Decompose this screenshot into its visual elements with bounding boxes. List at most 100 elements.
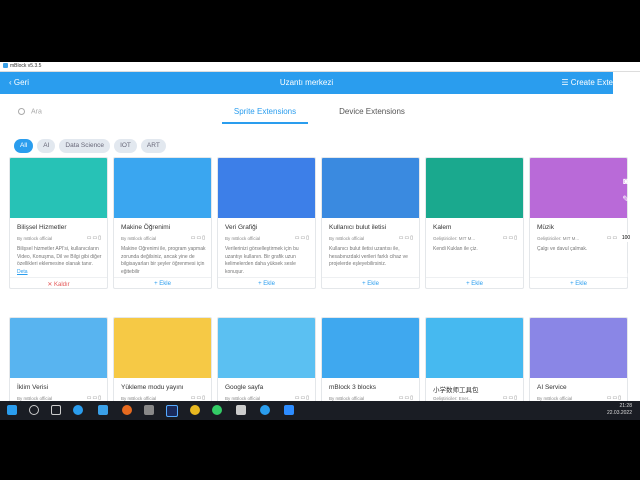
create-label: Create Exte: [570, 78, 613, 87]
clock-time: 21:28: [619, 403, 632, 409]
extension-name: Makine Öğrenimi: [121, 224, 171, 231]
extension-image: [530, 158, 627, 218]
description-text: Çalgı ve davul çalmak.: [537, 246, 588, 252]
clock-date: 22.03.2022: [606, 410, 632, 416]
pen-icon[interactable]: ✎: [619, 194, 633, 206]
extension-card[interactable]: Bilişsel Hizmetler By mBlock official ▭▭▯ B…: [9, 157, 108, 289]
app-window: mBlock v5.3.5 ‹ Geri Uzantı merkezi ☰ Cr…: [0, 62, 640, 419]
create-extension-button[interactable]: ☰ Create Exte: [561, 72, 613, 94]
pause-icon[interactable]: ⏸: [619, 270, 633, 282]
page-title: Uzantı merkezi: [279, 78, 334, 87]
device-icons: ▭▭▯: [502, 235, 518, 241]
description-text: Bilişsel hizmetler API'si, kullanıcıları…: [17, 246, 102, 267]
filter-iot[interactable]: IOT: [114, 139, 137, 153]
file-icon[interactable]: [236, 405, 246, 415]
extension-description: Verilerinizi görselleştirmek için bu uza…: [225, 246, 311, 276]
filter-chips: All AI Data Science IOT ART: [14, 134, 170, 153]
description-text: Kendi Kuklan ile çiz.: [433, 246, 478, 252]
windows-start-icon[interactable]: [7, 405, 17, 415]
extension-name: Kalem: [433, 224, 452, 231]
app-icon[interactable]: [144, 405, 154, 415]
extension-name: Veri Grafiği: [225, 224, 258, 231]
add-button[interactable]: + Ekle: [530, 277, 627, 287]
add-button[interactable]: + Ekle: [218, 277, 315, 287]
extension-author: By mBlock official: [225, 236, 261, 241]
extension-author: Geliştiriciler: MIT M...: [433, 236, 476, 241]
extension-name: Google sayfa: [225, 384, 264, 391]
description-text: Verilerinizi görselleştirmek için bu uza…: [225, 246, 299, 275]
task-view-icon[interactable]: [51, 405, 61, 415]
extension-name: mBlock 3 blocks: [329, 384, 376, 391]
chrome-icon[interactable]: [190, 405, 200, 415]
firefox-icon[interactable]: [122, 405, 132, 415]
extension-author: By mBlock official: [17, 236, 53, 241]
window-title: mBlock v5.3.5: [10, 63, 42, 69]
extension-image: [114, 158, 211, 218]
camera-icon[interactable]: ◙: [619, 176, 633, 188]
filter-all[interactable]: All: [14, 139, 34, 153]
zoom-icon[interactable]: [284, 405, 294, 415]
device-icons: ▭▭▯: [190, 235, 206, 241]
app-green-icon[interactable]: [212, 405, 222, 415]
filter-art[interactable]: ART: [140, 139, 166, 153]
description-text: Kullanıcı bulut iletisi uzantısı ile, he…: [329, 246, 408, 267]
mblock-taskbar-icon[interactable]: [98, 405, 108, 415]
extension-image: [114, 318, 211, 378]
window-titlebar: mBlock v5.3.5: [0, 62, 640, 72]
extension-description: Kullanıcı bulut iletisi uzantısı ile, he…: [329, 246, 415, 276]
extension-card[interactable]: Veri Grafiği By mBlock official ▭▭▯ Veriler…: [217, 157, 316, 289]
edge-icon[interactable]: [73, 405, 83, 415]
description-text: Makine Öğrenimi ile, program yapmak zoru…: [121, 246, 206, 275]
extension-card[interactable]: Makine Öğrenimi By mBlock official ▭▭▯ Maki…: [113, 157, 212, 289]
extension-image: [10, 158, 107, 218]
device-icons: ▭▭▯: [398, 235, 414, 241]
stop-icon[interactable]: ⏹: [619, 286, 633, 298]
add-button[interactable]: + Ekle: [322, 277, 419, 287]
filter-data-science[interactable]: Data Science: [59, 139, 111, 153]
search-input[interactable]: Ara: [31, 108, 42, 115]
extension-card[interactable]: Kullanıcı bulut iletisi By mBlock officia…: [321, 157, 420, 289]
add-button[interactable]: + Ekle: [426, 277, 523, 287]
extension-name: Bilişsel Hizmetler: [17, 224, 67, 231]
extension-image: [530, 318, 627, 378]
extension-name: Kullanıcı bulut iletisi: [329, 224, 387, 231]
cloud-icon[interactable]: [260, 405, 270, 415]
recorder-sidebar: ◙ ✎ 100 ⏸ ⏹ 00:01:54: [614, 172, 640, 322]
extension-image: [322, 158, 419, 218]
device-icons: ▭▭▯: [86, 235, 102, 241]
record-timer: 00:01:54: [618, 312, 636, 317]
extension-image: [426, 318, 523, 378]
mblock-logo-icon: [3, 63, 8, 69]
search-box[interactable]: Ara: [18, 108, 188, 122]
extension-tabs: Sprite Extensions Device Extensions: [212, 106, 417, 124]
remove-button[interactable]: ✕ Kaldır: [10, 277, 107, 288]
device-icons: ▭▭▯: [294, 235, 310, 241]
extension-image: [426, 158, 523, 218]
extension-description: Kendi Kuklan ile çiz.: [433, 246, 519, 276]
details-link[interactable]: Deta: [17, 269, 28, 275]
extension-name: Müzik: [537, 224, 554, 231]
search-taskbar-icon[interactable]: [29, 405, 39, 415]
extension-description: Çalgı ve davul çalmak.: [537, 246, 623, 276]
photoshop-icon[interactable]: [166, 405, 178, 417]
windows-taskbar: 21:28 22.03.2022: [0, 401, 640, 420]
extension-image: [10, 318, 107, 378]
search-icon: [18, 108, 25, 115]
extension-name: AI Service: [537, 384, 567, 391]
extension-name: Yükleme modu yayını: [121, 384, 184, 391]
add-button[interactable]: + Ekle: [114, 277, 211, 287]
extension-description: Makine Öğrenimi ile, program yapmak zoru…: [121, 246, 207, 276]
extension-image: [218, 158, 315, 218]
extension-header: ‹ Geri Uzantı merkezi ☰ Create Exte: [0, 72, 613, 94]
extension-card[interactable]: Kalem Geliştiriciler: MIT M... ▭▭▯ Kendi Ku…: [425, 157, 524, 289]
extension-author: By mBlock official: [121, 236, 157, 241]
extension-description: Bilişsel hizmetler API'si, kullanıcıları…: [17, 246, 103, 276]
extension-name: İklim Verisi: [17, 384, 49, 391]
tab-sprite-extensions[interactable]: Sprite Extensions: [222, 106, 308, 124]
extension-image: [218, 318, 315, 378]
extension-image: [322, 318, 419, 378]
filter-ai[interactable]: AI: [37, 139, 56, 153]
tab-device-extensions[interactable]: Device Extensions: [332, 106, 412, 122]
zoom-counter: 100: [618, 234, 634, 242]
system-clock[interactable]: 21:28 22.03.2022: [607, 403, 632, 417]
